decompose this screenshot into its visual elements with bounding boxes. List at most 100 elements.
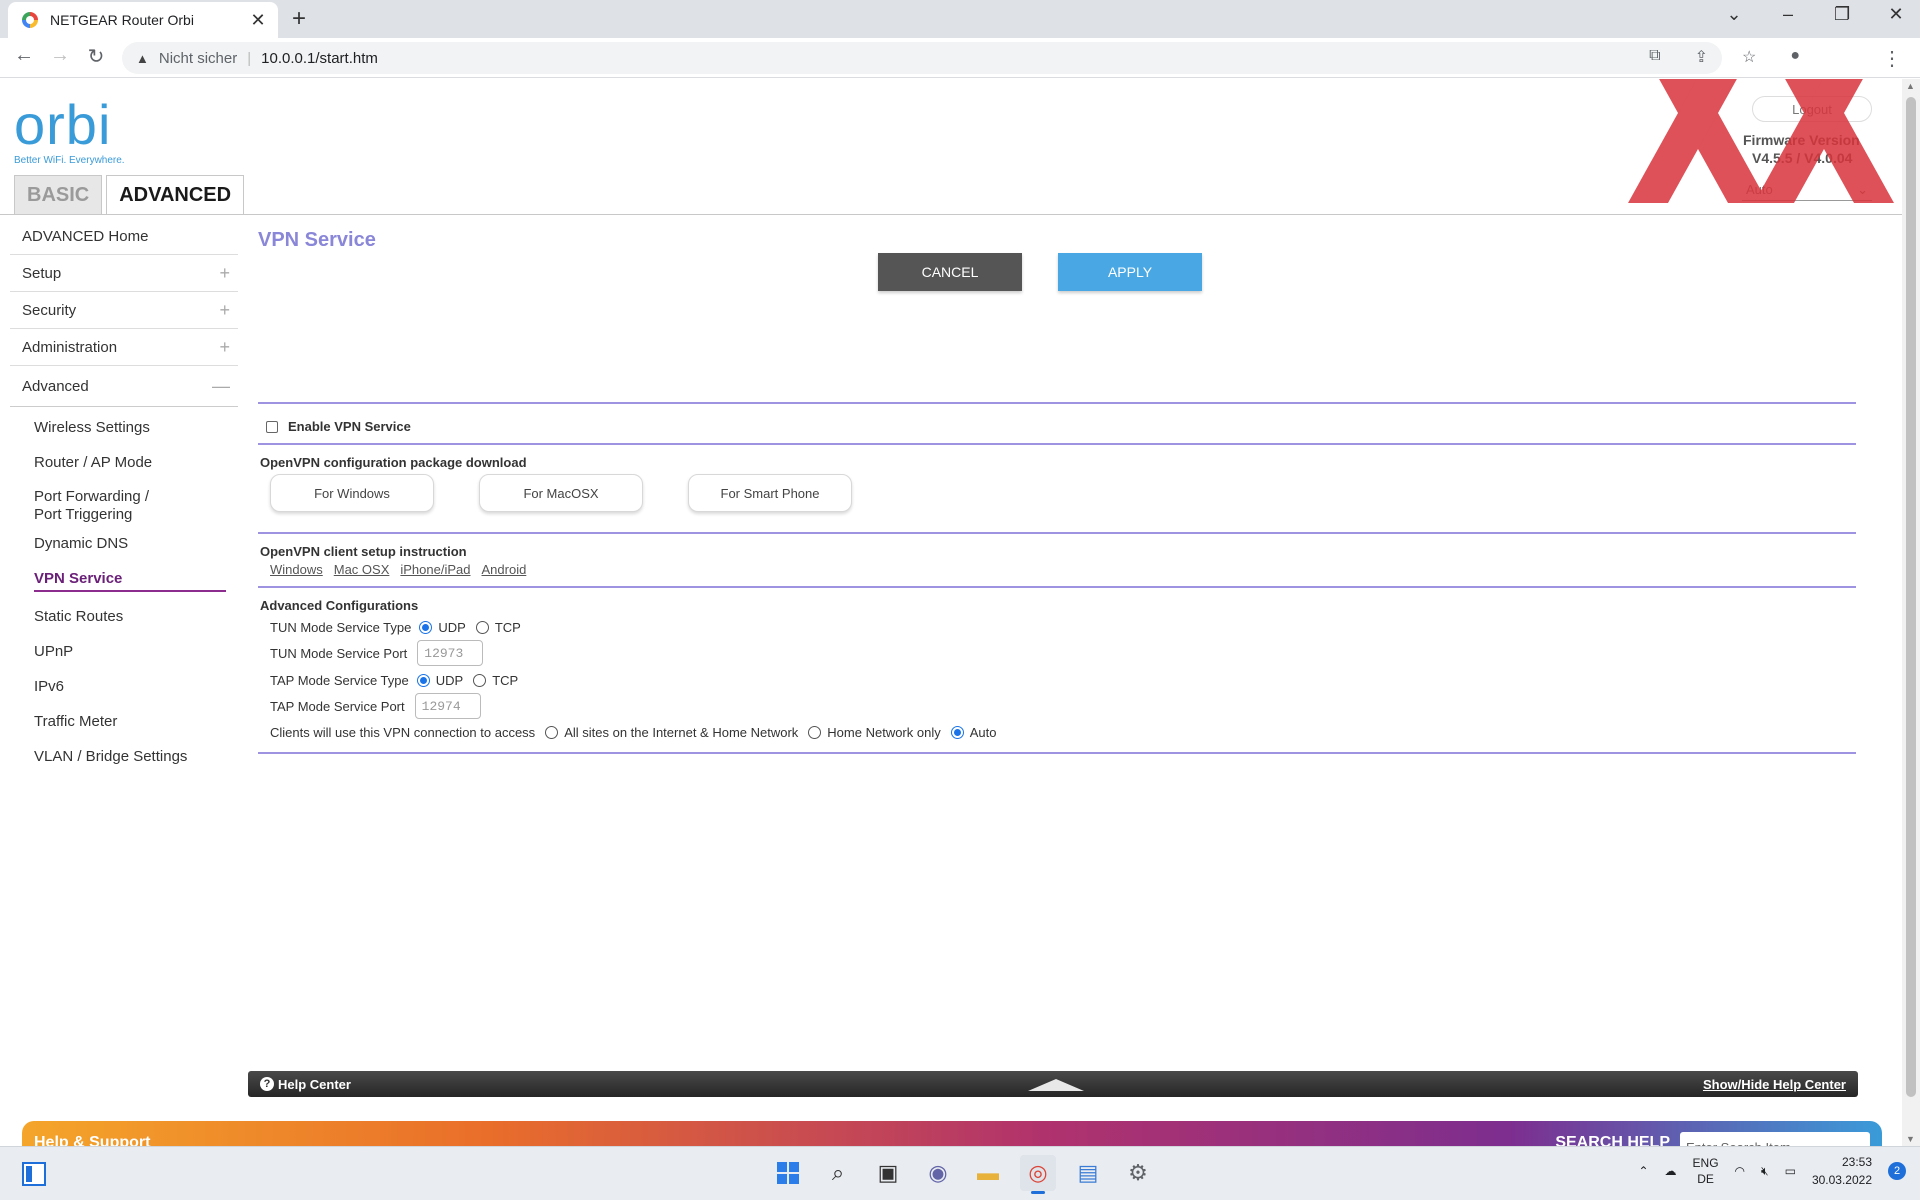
url-text[interactable]: 10.0.0.1/start.htm: [261, 50, 378, 67]
scroll-down-arrow-icon[interactable]: ▼: [1906, 1134, 1915, 1144]
show-hide-help-link[interactable]: Show/Hide Help Center: [1703, 1077, 1846, 1092]
expand-plus-icon[interactable]: +: [219, 300, 230, 321]
profile-icon[interactable]: ●: [1790, 47, 1800, 67]
new-tab-button[interactable]: +: [292, 5, 306, 33]
advanced-config-heading: Advanced Configurations: [260, 598, 419, 613]
monitor-app-icon[interactable]: ▤: [1070, 1155, 1106, 1191]
section-divider: [258, 443, 1856, 445]
sidebar-item-vpn-service[interactable]: VPN Service: [10, 570, 238, 588]
volume-muted-icon[interactable]: 🔇︎: [1761, 1164, 1769, 1179]
tap-port-input[interactable]: 12974: [414, 693, 481, 719]
scroll-up-arrow-icon[interactable]: ▲: [1906, 81, 1915, 91]
tap-udp-radio[interactable]: [416, 674, 430, 687]
sidebar-item-traffic-meter[interactable]: Traffic Meter: [10, 713, 238, 731]
chrome-icon[interactable]: ◎: [1020, 1155, 1056, 1194]
sidebar-item-router-ap-mode[interactable]: Router / AP Mode: [10, 454, 238, 472]
start-button[interactable]: [770, 1155, 806, 1191]
sidebar-item-dynamic-dns[interactable]: Dynamic DNS: [10, 535, 238, 553]
advanced-submenu: Wireless Settings Router / AP Mode Port …: [10, 407, 238, 766]
sidebar-item-ipv6[interactable]: IPv6: [10, 678, 238, 696]
cancel-button[interactable]: CANCEL: [878, 253, 1022, 291]
search-icon[interactable]: ⌕: [820, 1155, 856, 1191]
access-all-radio[interactable]: [545, 726, 559, 739]
instruction-link-android[interactable]: Android: [482, 562, 527, 577]
tab-advanced[interactable]: ADVANCED: [106, 175, 245, 215]
sidebar-item-static-routes[interactable]: Static Routes: [10, 608, 238, 626]
section-divider: [258, 752, 1856, 754]
tun-port-input[interactable]: 12973: [417, 640, 484, 666]
instruction-links: Windows Mac OSX iPhone/iPad Android: [270, 562, 526, 577]
file-explorer-icon[interactable]: ▬: [970, 1155, 1006, 1191]
tab-search-icon[interactable]: ⌄: [1726, 4, 1742, 25]
sidebar-item-vlan-bridge[interactable]: VLAN / Bridge Settings: [10, 748, 238, 766]
browser-menu-icon[interactable]: ⋮: [1882, 46, 1902, 71]
access-auto-label: Auto: [969, 725, 997, 740]
scrollbar-thumb[interactable]: [1906, 97, 1916, 1097]
download-windows-button[interactable]: For Windows: [270, 474, 434, 512]
battery-icon[interactable]: ▭: [1785, 1164, 1796, 1178]
sidebar-item-administration[interactable]: Administration +: [10, 329, 238, 366]
chat-icon[interactable]: ◉: [920, 1155, 956, 1191]
widgets-icon[interactable]: [22, 1162, 46, 1186]
instruction-link-iphone-ipad[interactable]: iPhone/iPad: [400, 562, 470, 577]
language-indicator[interactable]: ENG DE: [1693, 1155, 1719, 1187]
notification-badge[interactable]: 2: [1888, 1162, 1906, 1180]
instruction-link-macosx[interactable]: Mac OSX: [334, 562, 390, 577]
sidebar-item-advanced[interactable]: Advanced —: [10, 366, 238, 407]
help-center-title: ? Help Center: [260, 1077, 351, 1092]
tray-chevron-up-icon[interactable]: ⌃: [1638, 1164, 1648, 1178]
tap-tcp-label: TCP: [492, 673, 519, 688]
expand-plus-icon[interactable]: +: [219, 337, 230, 358]
back-arrow-icon[interactable]: ←: [10, 44, 38, 67]
security-status[interactable]: Nicht sicher: [159, 50, 237, 67]
bookmark-star-icon[interactable]: ☆: [1742, 47, 1756, 67]
sidebar-item-upnp[interactable]: UPnP: [10, 643, 238, 661]
search-help-input[interactable]: Enter Search Item: [1680, 1132, 1870, 1146]
page-scrollbar[interactable]: ▲ ▼: [1902, 79, 1920, 1146]
sidebar-item-setup[interactable]: Setup +: [10, 255, 238, 292]
url-omnibox[interactable]: ▲ Nicht sicher | 10.0.0.1/start.htm: [122, 42, 1722, 74]
sidebar-item-label: Advanced: [22, 377, 89, 395]
sidebar-item-wireless-settings[interactable]: Wireless Settings: [10, 419, 238, 437]
close-tab-icon[interactable]: ✕: [248, 10, 268, 31]
clock-date: 30.03.2022: [1811, 1173, 1872, 1187]
tab-basic[interactable]: BASIC: [14, 175, 103, 215]
share-icon[interactable]: ⇪: [1695, 47, 1708, 67]
download-smartphone-button[interactable]: For Smart Phone: [688, 474, 852, 512]
restore-icon[interactable]: ❐: [1834, 4, 1850, 25]
download-macosx-button[interactable]: For MacOSX: [479, 474, 643, 512]
logo-tagline: Better WiFi. Everywhere.: [14, 155, 125, 166]
access-home-label: Home Network only: [827, 725, 941, 740]
access-home-radio[interactable]: [808, 726, 822, 739]
translate-icon[interactable]: ⧉: [1649, 47, 1660, 67]
reload-icon[interactable]: ↻: [82, 44, 110, 69]
clock[interactable]: 23:53 30.03.2022: [1812, 1153, 1872, 1189]
apply-button[interactable]: APPLY: [1058, 253, 1202, 291]
help-expand-arrow-icon[interactable]: [1028, 1079, 1084, 1091]
onedrive-cloud-icon[interactable]: ☁: [1665, 1164, 1677, 1178]
sidebar-item-security[interactable]: Security +: [10, 292, 238, 329]
sidebar-item-port-forwarding[interactable]: Port Forwarding / Port Triggering: [10, 488, 180, 524]
tun-tcp-radio[interactable]: [475, 621, 489, 634]
system-tray: ⌃ ☁ ENG DE ◠ 🔇︎ ▭ 23:53 30.03.2022 2: [1638, 1153, 1906, 1189]
enable-vpn-checkbox[interactable]: [266, 420, 278, 433]
help-question-icon: ?: [260, 1077, 274, 1091]
minimize-icon[interactable]: –: [1780, 4, 1796, 25]
tap-port-label: TAP Mode Service Port: [270, 698, 405, 714]
task-view-icon[interactable]: ▣: [870, 1155, 906, 1191]
tap-tcp-radio[interactable]: [473, 674, 487, 687]
section-divider: [258, 402, 1856, 404]
settings-gear-icon[interactable]: ⚙: [1120, 1155, 1156, 1191]
browser-tab[interactable]: NETGEAR Router Orbi ✕: [8, 2, 278, 38]
wifi-icon[interactable]: ◠: [1735, 1164, 1745, 1178]
instruction-link-windows[interactable]: Windows: [270, 562, 323, 577]
close-window-icon[interactable]: ✕: [1888, 4, 1904, 25]
tun-udp-label: UDP: [438, 620, 466, 635]
collapse-minus-icon[interactable]: —: [212, 376, 230, 397]
forward-arrow-icon[interactable]: →: [46, 44, 74, 67]
access-auto-radio[interactable]: [950, 726, 964, 739]
expand-plus-icon[interactable]: +: [219, 263, 230, 284]
sidebar-item-advanced-home[interactable]: ADVANCED Home: [10, 219, 238, 255]
download-heading: OpenVPN configuration package download: [260, 455, 527, 470]
tun-udp-radio[interactable]: [419, 621, 433, 634]
